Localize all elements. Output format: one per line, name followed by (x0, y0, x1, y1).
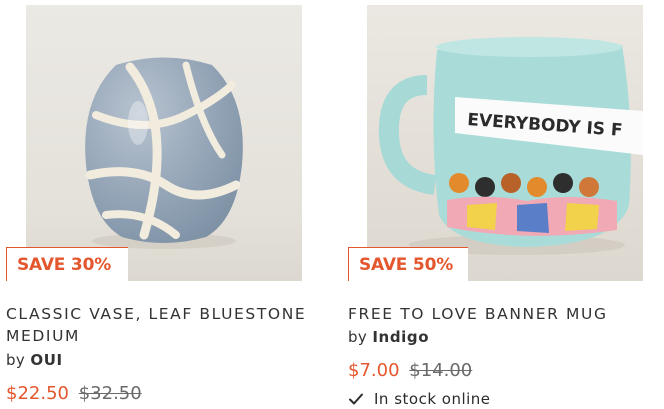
product-image-mug[interactable]: EVERYBODY IS F (367, 5, 643, 281)
by-prefix: by (348, 328, 368, 346)
sale-price: $22.50 (6, 383, 69, 404)
stock-status: In stock online (348, 389, 491, 409)
product-brand-line: by OUI (6, 350, 63, 370)
save-badge: SAVE 30% (6, 247, 128, 281)
sale-price: $7.00 (348, 360, 400, 381)
product-title[interactable]: FREE TO LOVE BANNER MUG (348, 303, 664, 325)
save-badge: SAVE 50% (348, 247, 468, 281)
brand-name[interactable]: Indigo (372, 328, 429, 346)
product-title[interactable]: CLASSIC VASE, LEAF BLUESTONE MEDIUM (6, 303, 326, 347)
price-row: $22.50 $32.50 (6, 382, 142, 406)
check-icon (349, 393, 363, 405)
original-price: $32.50 (78, 383, 142, 404)
price-row: $7.00 $14.00 (348, 359, 472, 383)
original-price: $14.00 (409, 360, 473, 381)
product-image-vase[interactable] (26, 5, 302, 281)
product-brand-line: by Indigo (348, 327, 429, 347)
brand-name[interactable]: OUI (30, 351, 62, 369)
by-prefix: by (6, 351, 26, 369)
mug-image: EVERYBODY IS F (367, 5, 643, 281)
stock-label: In stock online (374, 390, 491, 408)
vase-image (26, 5, 302, 281)
